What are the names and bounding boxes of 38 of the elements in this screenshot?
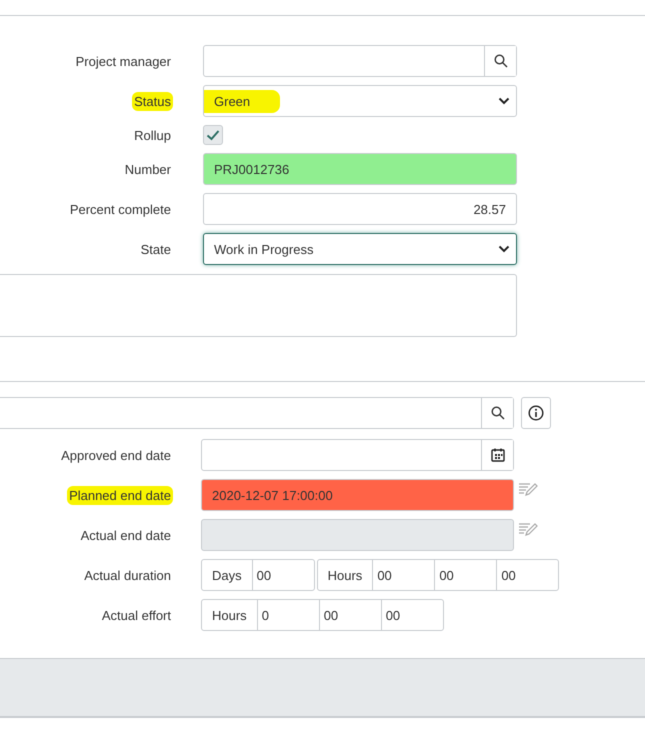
field-label: Percent complete xyxy=(68,200,172,218)
info-button[interactable] xyxy=(521,397,551,429)
chevron-down-icon xyxy=(498,245,510,253)
field-label: Planned end date xyxy=(67,486,173,504)
duration-field[interactable]: Days 00 xyxy=(201,559,315,591)
edit-icon[interactable] xyxy=(518,482,538,498)
date-field[interactable] xyxy=(201,519,514,551)
info-icon xyxy=(528,405,544,421)
text-field[interactable]: 28.57 xyxy=(203,193,517,225)
text-field[interactable]: PRJ0012736 xyxy=(203,153,517,185)
field-label: Approved end date xyxy=(60,446,172,464)
field-label: Actual duration xyxy=(83,566,172,584)
chevron-down-icon xyxy=(498,97,510,105)
field-label: Status xyxy=(132,92,173,110)
select-field[interactable]: Green xyxy=(203,85,517,117)
duration-field[interactable]: Hours 00 00 00 xyxy=(316,559,560,591)
date-field[interactable] xyxy=(201,439,514,471)
search-button[interactable] xyxy=(484,46,516,76)
field-label: Actual effort xyxy=(100,606,172,624)
duration-field[interactable]: Hours 0 00 00 xyxy=(201,599,444,631)
search-icon xyxy=(494,54,508,68)
field-label: Rollup xyxy=(133,126,172,144)
reference-field[interactable] xyxy=(0,397,514,429)
checkbox[interactable] xyxy=(203,125,223,145)
field-label: Number xyxy=(124,160,172,178)
text-area[interactable] xyxy=(0,274,517,337)
reference-field[interactable] xyxy=(203,45,517,77)
date-field[interactable]: 2020-12-07 17:00:00 xyxy=(201,479,514,511)
calendar-icon xyxy=(490,448,504,462)
search-button[interactable] xyxy=(481,398,513,428)
search-icon xyxy=(490,406,504,420)
field-label: Actual end date xyxy=(80,526,172,544)
field-label: State xyxy=(140,240,172,258)
check-icon xyxy=(206,129,220,141)
calendar-button[interactable] xyxy=(481,440,513,470)
select-field[interactable]: Work in Progress xyxy=(203,233,517,265)
edit-icon[interactable] xyxy=(518,522,538,538)
field-label: Project manager xyxy=(74,52,172,70)
